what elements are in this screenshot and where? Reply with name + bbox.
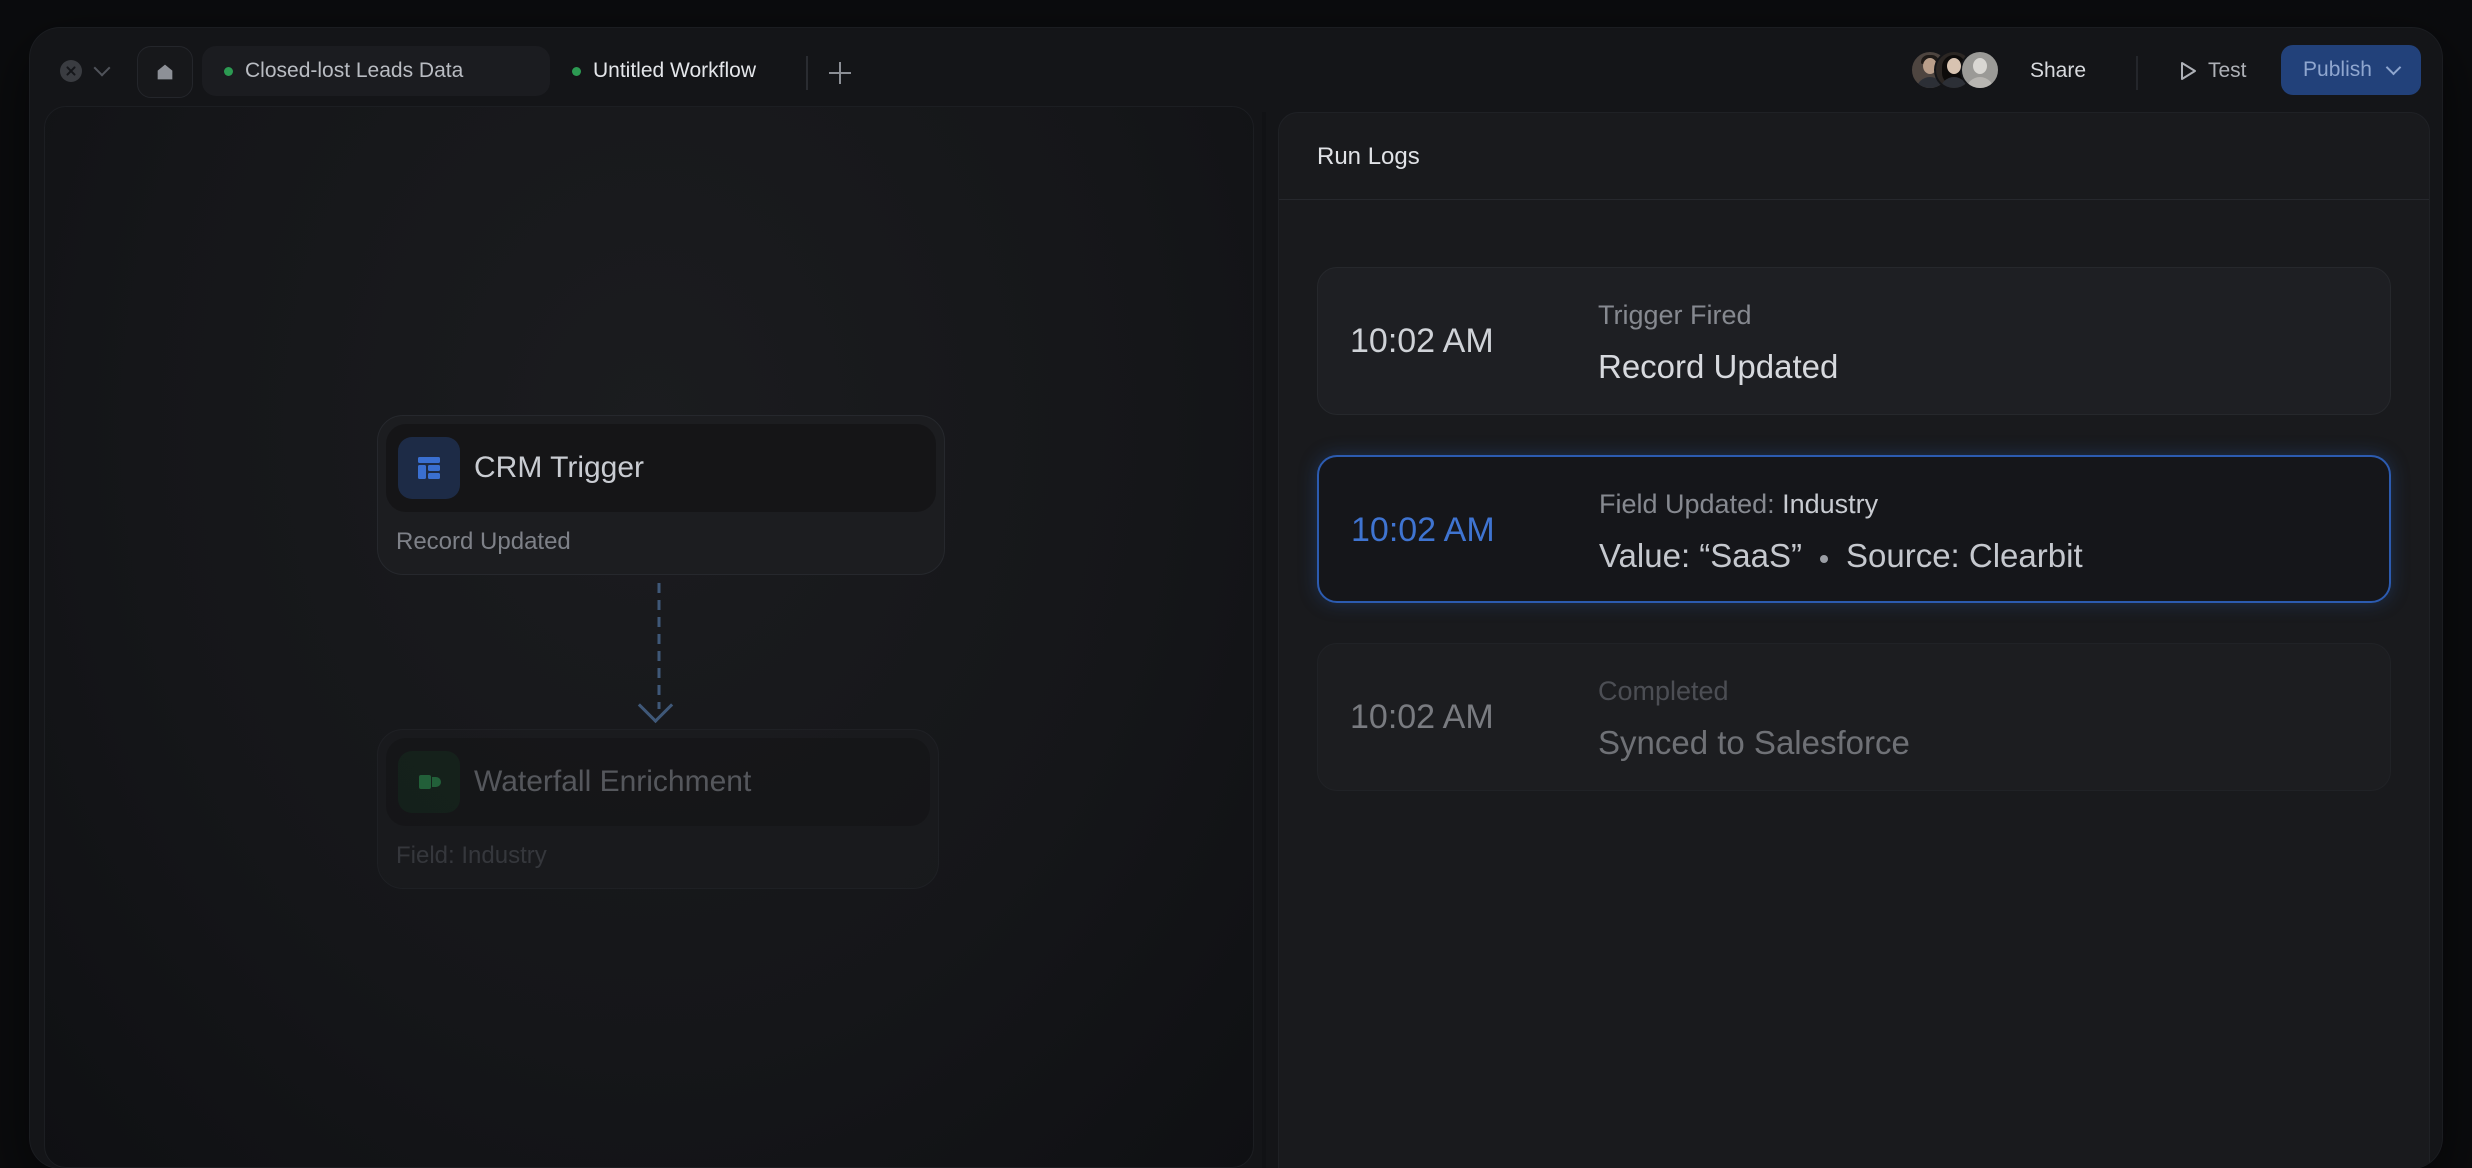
log-entry-selected[interactable]: 10:02 AM Field Updated: Industry Value: … [1317, 455, 2391, 603]
log-detail-value: Value: “SaaS” [1599, 537, 1802, 574]
node-title: Waterfall Enrichment [474, 765, 752, 798]
log-detail-source: Source: Clearbit [1846, 537, 2083, 574]
node-subtitle: Field: Industry [396, 842, 547, 869]
tab-label: Closed-lost Leads Data [245, 59, 464, 82]
top-bar: Closed-lost Leads Data Untitled Workflow… [30, 28, 2442, 112]
log-label: Field Updated: Industry [1599, 489, 1878, 520]
chevron-down-icon [2385, 59, 2402, 75]
run-logs-title: Run Logs [1317, 143, 1420, 170]
close-icon[interactable] [60, 60, 82, 82]
publish-label: Publish [2303, 58, 2372, 81]
log-time: 10:02 AM [1351, 511, 1495, 549]
chevron-down-icon[interactable] [93, 59, 111, 77]
log-label: Trigger Fired [1598, 300, 1752, 330]
test-label: Test [2208, 59, 2247, 82]
workflow-canvas[interactable]: CRM Trigger Record Updated Waterfall Enr… [44, 106, 1254, 1168]
workflow-app-window: Closed-lost Leads Data Untitled Workflow… [30, 28, 2442, 1168]
arrow-down-icon [637, 687, 674, 724]
home-button[interactable] [137, 46, 193, 98]
tab-untitled-workflow[interactable]: Untitled Workflow [550, 46, 818, 96]
node-header: Waterfall Enrichment [386, 738, 930, 826]
bullet-separator [1820, 555, 1828, 563]
avatar[interactable] [1960, 50, 2000, 90]
play-icon [2181, 62, 2196, 80]
home-icon [157, 64, 173, 80]
run-logs-header: Run Logs [1279, 113, 2429, 200]
publish-button[interactable]: Publish [2281, 45, 2421, 95]
log-label: Completed [1598, 676, 1729, 706]
run-logs-panel: Run Logs 10:02 AM Trigger Fired Record U… [1278, 112, 2430, 1168]
tab-label: Untitled Workflow [593, 59, 756, 82]
log-detail: Synced to Salesforce [1598, 724, 1910, 761]
log-time: 10:02 AM [1350, 322, 1494, 360]
toolbar-divider [2136, 56, 2138, 90]
panel-resize-handle[interactable] [1262, 112, 1266, 1168]
log-detail: Value: “SaaS” Source: Clearbit [1599, 537, 2083, 575]
node-subtitle: Record Updated [396, 528, 571, 555]
log-time: 10:02 AM [1350, 698, 1494, 736]
node-header: CRM Trigger [386, 424, 936, 512]
waterfall-enrichment-node[interactable]: Waterfall Enrichment Field: Industry [377, 729, 939, 889]
node-title: CRM Trigger [474, 451, 645, 484]
log-entry[interactable]: 10:02 AM Completed Synced to Salesforce [1317, 643, 2391, 791]
tab-closed-lost-leads-data[interactable]: Closed-lost Leads Data [202, 46, 550, 96]
log-detail: Record Updated [1598, 348, 1839, 385]
test-button[interactable]: Test [2178, 50, 2247, 92]
crm-trigger-node[interactable]: CRM Trigger Record Updated [377, 415, 945, 575]
enrichment-icon [398, 751, 460, 813]
plus-icon[interactable] [823, 56, 857, 90]
status-dot [224, 66, 233, 76]
window-controls[interactable] [60, 58, 111, 84]
share-button[interactable]: Share [2022, 50, 2094, 92]
log-label-value: Industry [1782, 489, 1879, 519]
table-icon [398, 437, 460, 499]
status-dot [572, 66, 581, 76]
log-entry[interactable]: 10:02 AM Trigger Fired Record Updated [1317, 267, 2391, 415]
log-label-prefix: Field Updated: [1599, 489, 1775, 519]
tab-divider [806, 56, 808, 90]
